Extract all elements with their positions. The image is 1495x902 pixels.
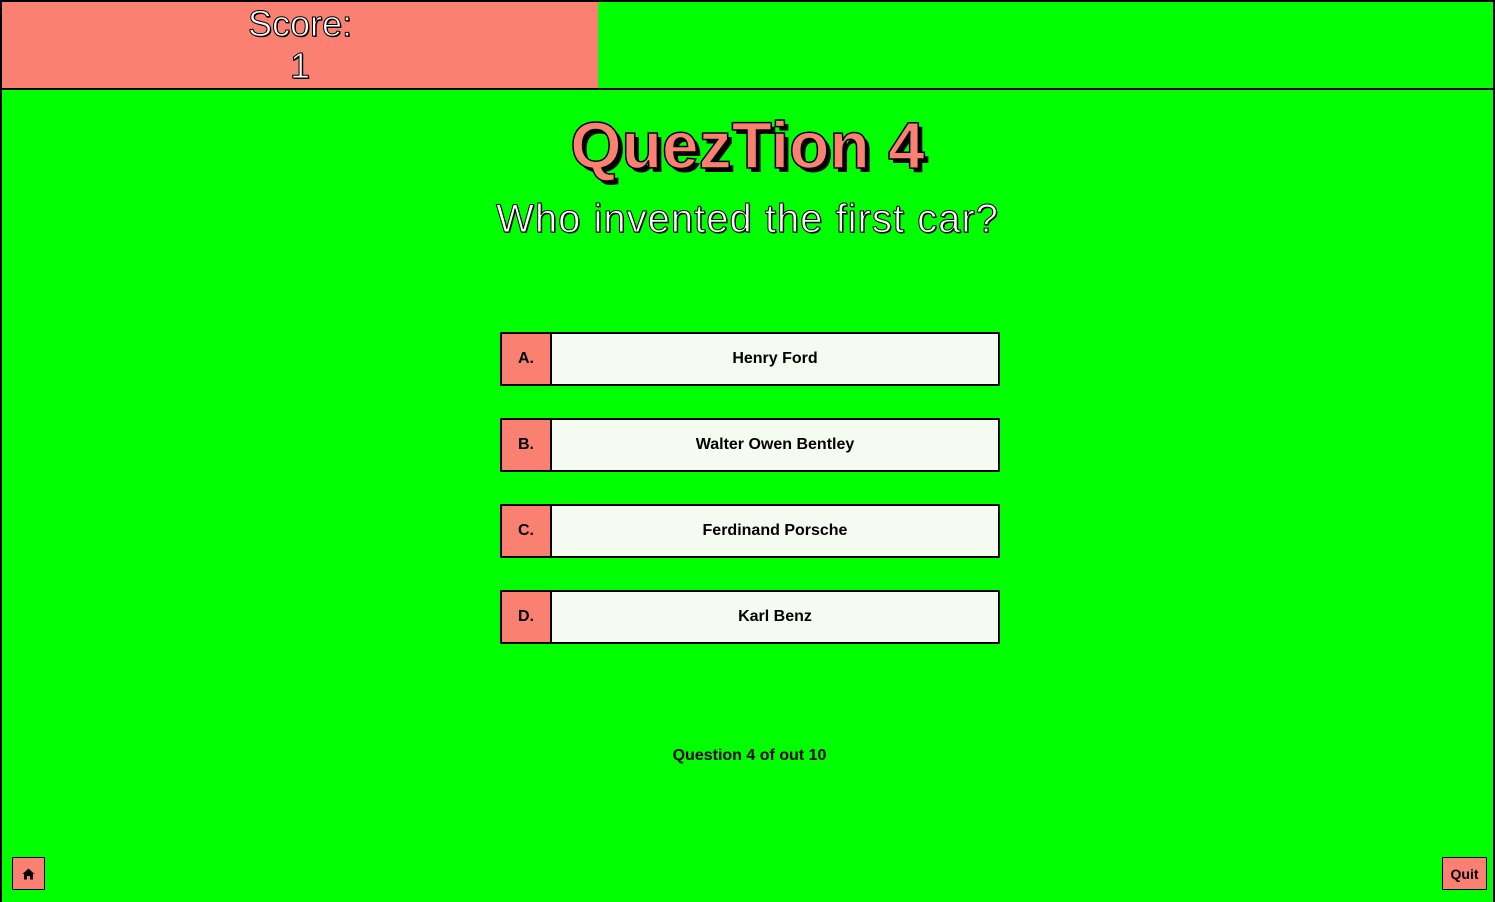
answer-list: A. Henry Ford B. Walter Owen Bentley C. … [500, 332, 1000, 676]
header: Score: 1 [2, 2, 1493, 90]
quit-button[interactable]: Quit [1442, 857, 1487, 890]
score-value: 1 [289, 45, 311, 87]
answer-text: Karl Benz [552, 592, 998, 642]
answer-text: Ferdinand Porsche [552, 506, 998, 556]
score-panel: Score: 1 [2, 2, 598, 88]
question-progress: Question 4 of out 10 [672, 747, 827, 764]
answer-option-d[interactable]: D. Karl Benz [500, 590, 1000, 644]
home-icon [22, 868, 35, 879]
answer-letter: C. [502, 506, 552, 556]
question-text: Who invented the first car? [496, 197, 999, 242]
answer-option-b[interactable]: B. Walter Owen Bentley [500, 418, 1000, 472]
page-frame: Score: 1 QuezTion 4 Who invented the fir… [0, 0, 1495, 902]
answer-letter: B. [502, 420, 552, 470]
answer-text: Henry Ford [552, 334, 998, 384]
answer-text: Walter Owen Bentley [552, 420, 998, 470]
answer-option-c[interactable]: C. Ferdinand Porsche [500, 504, 1000, 558]
answer-letter: D. [502, 592, 552, 642]
answer-option-a[interactable]: A. Henry Ford [500, 332, 1000, 386]
home-button[interactable] [12, 857, 45, 890]
question-title: QuezTion 4 [570, 107, 926, 183]
score-label: Score: [247, 3, 353, 45]
answer-letter: A. [502, 334, 552, 384]
